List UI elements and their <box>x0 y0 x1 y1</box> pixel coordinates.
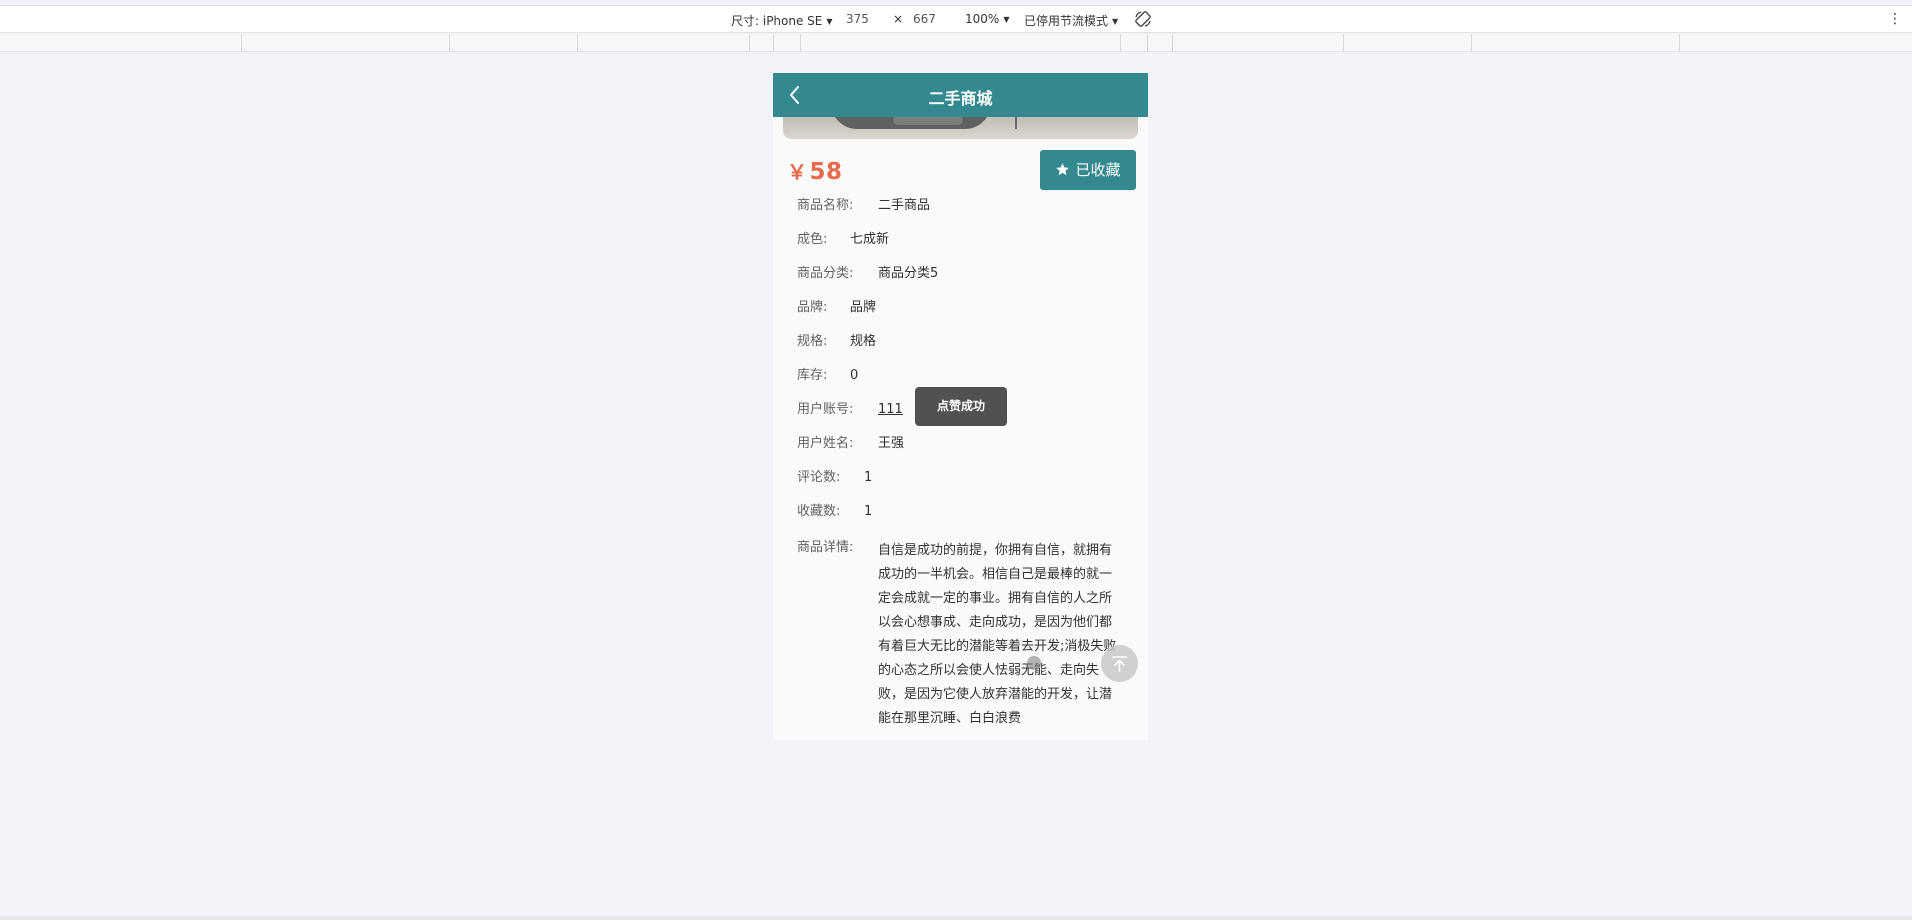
vertical-dots-icon[interactable]: ⋮ <box>1888 10 1902 28</box>
info-label: 品牌: <box>797 300 828 315</box>
info-value: 1 <box>864 470 873 485</box>
drag-handle[interactable] <box>1027 656 1041 670</box>
info-label: 商品名称: <box>797 198 854 213</box>
device-viewport: 二手商城 ￥58 已收藏 商品名称: 二手商品 成色: 七成新 商品分类: 商品… <box>773 73 1148 740</box>
info-value: 商品分类5 <box>878 266 939 281</box>
star-icon <box>1056 163 1070 176</box>
info-value: 王强 <box>878 436 905 451</box>
favorite-button[interactable]: 已收藏 <box>1040 150 1136 190</box>
caret-down-icon: ▼ <box>826 17 833 26</box>
info-value: 规格 <box>850 334 877 349</box>
info-label: 用户账号: <box>797 402 854 417</box>
info-label: 规格: <box>797 334 828 349</box>
times-sign: × <box>893 12 904 26</box>
favorite-label: 已收藏 <box>1075 161 1121 179</box>
info-value: 七成新 <box>850 232 890 247</box>
page-title: 二手商城 <box>928 89 993 108</box>
header-bar: 二手商城 <box>773 73 1148 117</box>
info-label: 库存: <box>797 368 828 383</box>
info-label: 收藏数: <box>797 504 841 519</box>
arrow-up-icon <box>1112 656 1127 672</box>
rotate-icon[interactable] <box>1134 10 1152 28</box>
height-input[interactable]: 667 <box>913 12 936 26</box>
info-value: 品牌 <box>850 300 877 315</box>
info-value: 1 <box>864 504 873 519</box>
zoom-select[interactable]: 100% ▼ <box>965 12 1009 26</box>
caret-down-icon: ▼ <box>1003 15 1010 24</box>
caret-down-icon: ▼ <box>1112 17 1119 26</box>
info-value: 0 <box>850 368 859 383</box>
bottom-border <box>0 916 1912 920</box>
width-input[interactable]: 375 <box>846 12 869 26</box>
media-query-ruler[interactable] <box>0 34 1912 52</box>
device-select[interactable]: 尺寸: iPhone SE ▼ <box>731 12 833 29</box>
info-label: 商品详情: <box>797 540 854 555</box>
product-detail-text: 自信是成功的前提，你拥有自信，就拥有成功的一半机会。相信自己是最棒的就一定会成就… <box>878 543 1117 726</box>
toast-message: 点赞成功 <box>915 387 1007 426</box>
info-label: 成色: <box>797 232 828 247</box>
info-value: 二手商品 <box>878 198 931 213</box>
user-account-link[interactable]: 111 <box>878 400 903 420</box>
currency-symbol: ￥ <box>787 160 808 184</box>
device-label: 尺寸: iPhone SE <box>731 14 823 28</box>
device-toolbar: 尺寸: iPhone SE ▼ 375 × 667 100% ▼ 已停用节流模式 ▼ … <box>0 5 1912 33</box>
throttle-select[interactable]: 已停用节流模式 ▼ <box>1024 12 1118 29</box>
throttle-label: 已停用节流模式 <box>1024 14 1109 28</box>
zoom-label: 100% <box>965 12 1000 26</box>
price: ￥58 <box>787 156 843 185</box>
info-label: 商品分类: <box>797 266 854 281</box>
back-to-top-button[interactable] <box>1101 645 1138 682</box>
info-label: 用户姓名: <box>797 436 854 451</box>
info-label: 评论数: <box>797 470 841 485</box>
price-value: 58 <box>809 159 843 185</box>
